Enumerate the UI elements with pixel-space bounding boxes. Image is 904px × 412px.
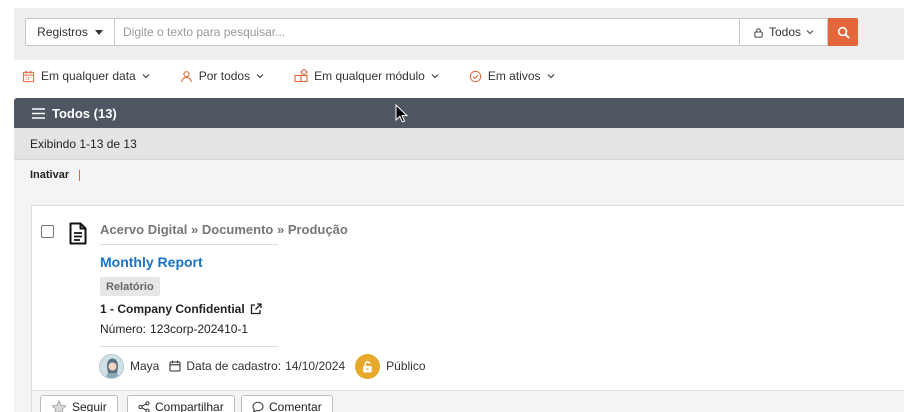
- comment-icon: [252, 401, 264, 412]
- share-icon: [138, 401, 150, 412]
- classification-link[interactable]: 1 - Company Confidential: [100, 302, 262, 316]
- record-type-label: Relatório: [106, 280, 154, 293]
- chevron-down-icon: [806, 30, 814, 35]
- avatar[interactable]: [99, 353, 124, 379]
- record-meta: Maya Data de cadastro: 14/10/2024 Públic…: [99, 353, 426, 379]
- bulk-actions-row: Inativar: [14, 160, 904, 190]
- filter-module[interactable]: Em qualquer módulo: [294, 69, 439, 83]
- list-header-title: Todos (13): [52, 105, 117, 121]
- calendar-icon: [22, 70, 35, 82]
- inactivate-action[interactable]: Inativar: [30, 169, 69, 181]
- user-icon: [181, 70, 192, 82]
- share-label: Compartilhar: [155, 400, 224, 412]
- result-count: Exibindo 1-13 de 13: [14, 128, 904, 160]
- public-lock-icon: [355, 353, 381, 379]
- record-type-badge: Relatório: [100, 277, 160, 296]
- record-title-link[interactable]: Monthly Report: [100, 254, 203, 270]
- visibility-text: Público: [386, 359, 426, 373]
- search-bar: Registros Todos: [25, 18, 858, 46]
- calendar-icon: [169, 360, 181, 372]
- visibility-dropdown[interactable]: Todos: [740, 18, 828, 46]
- check-circle-icon: [469, 70, 482, 82]
- avatar-illustration: [100, 354, 123, 378]
- scope-dropdown-label: Registros: [37, 25, 88, 39]
- external-link-icon: [250, 303, 262, 315]
- filter-date[interactable]: Em qualquer data: [22, 69, 150, 83]
- record-breadcrumb: Acervo Digital » Documento » Produção: [100, 222, 348, 237]
- search-input[interactable]: [114, 18, 740, 46]
- date-label: Data de cadastro:: [186, 359, 282, 373]
- divider: [100, 244, 278, 245]
- result-count-text: Exibindo 1-13 de 13: [30, 136, 137, 151]
- search-button[interactable]: [828, 18, 858, 46]
- visibility-dropdown-label: Todos: [768, 25, 802, 39]
- chevron-down-icon: [256, 74, 264, 79]
- filter-date-label: Em qualquer data: [41, 69, 136, 83]
- filter-module-label: Em qualquer módulo: [314, 69, 425, 83]
- record-number: Número: 123corp-202410-1: [100, 322, 248, 336]
- lock-icon: [754, 27, 763, 38]
- menu-icon[interactable]: [32, 107, 45, 119]
- record-number-label: Número:: [100, 322, 147, 336]
- date-value: 14/10/2024: [285, 359, 346, 373]
- scope-dropdown[interactable]: Registros: [25, 18, 114, 46]
- modules-icon: [294, 69, 309, 83]
- separator: [79, 169, 81, 181]
- classification-label: 1 - Company Confidential: [100, 302, 245, 316]
- author-name: Maya: [130, 359, 160, 373]
- comment-button[interactable]: Comentar: [241, 395, 333, 412]
- list-header: Todos (13): [14, 98, 904, 128]
- star-icon: [51, 399, 67, 412]
- filter-user[interactable]: Por todos: [180, 69, 264, 83]
- chevron-down-icon: [431, 74, 439, 79]
- mouse-cursor-icon: [395, 104, 408, 123]
- follow-button[interactable]: Seguir: [40, 395, 118, 412]
- divider: [100, 346, 278, 347]
- comment-label: Comentar: [269, 400, 322, 412]
- filter-user-label: Por todos: [198, 69, 251, 83]
- chevron-down-icon: [142, 74, 150, 79]
- share-button[interactable]: Compartilhar: [127, 395, 235, 412]
- caret-down-icon: [94, 29, 103, 35]
- record-number-value: 123corp-202410-1: [150, 322, 249, 336]
- chevron-down-icon: [547, 74, 554, 79]
- filter-status[interactable]: Em ativos: [469, 69, 555, 83]
- unlock-icon: [363, 360, 372, 372]
- search-icon: [837, 26, 850, 39]
- document-icon: [69, 222, 87, 245]
- record-checkbox[interactable]: [41, 225, 54, 238]
- follow-label: Seguir: [72, 400, 107, 412]
- record-card: Acervo Digital » Documento » Produção Mo…: [31, 205, 904, 412]
- filter-status-label: Em ativos: [487, 69, 541, 83]
- filter-row: Em qualquer data Por todos Em qualquer m…: [22, 66, 585, 86]
